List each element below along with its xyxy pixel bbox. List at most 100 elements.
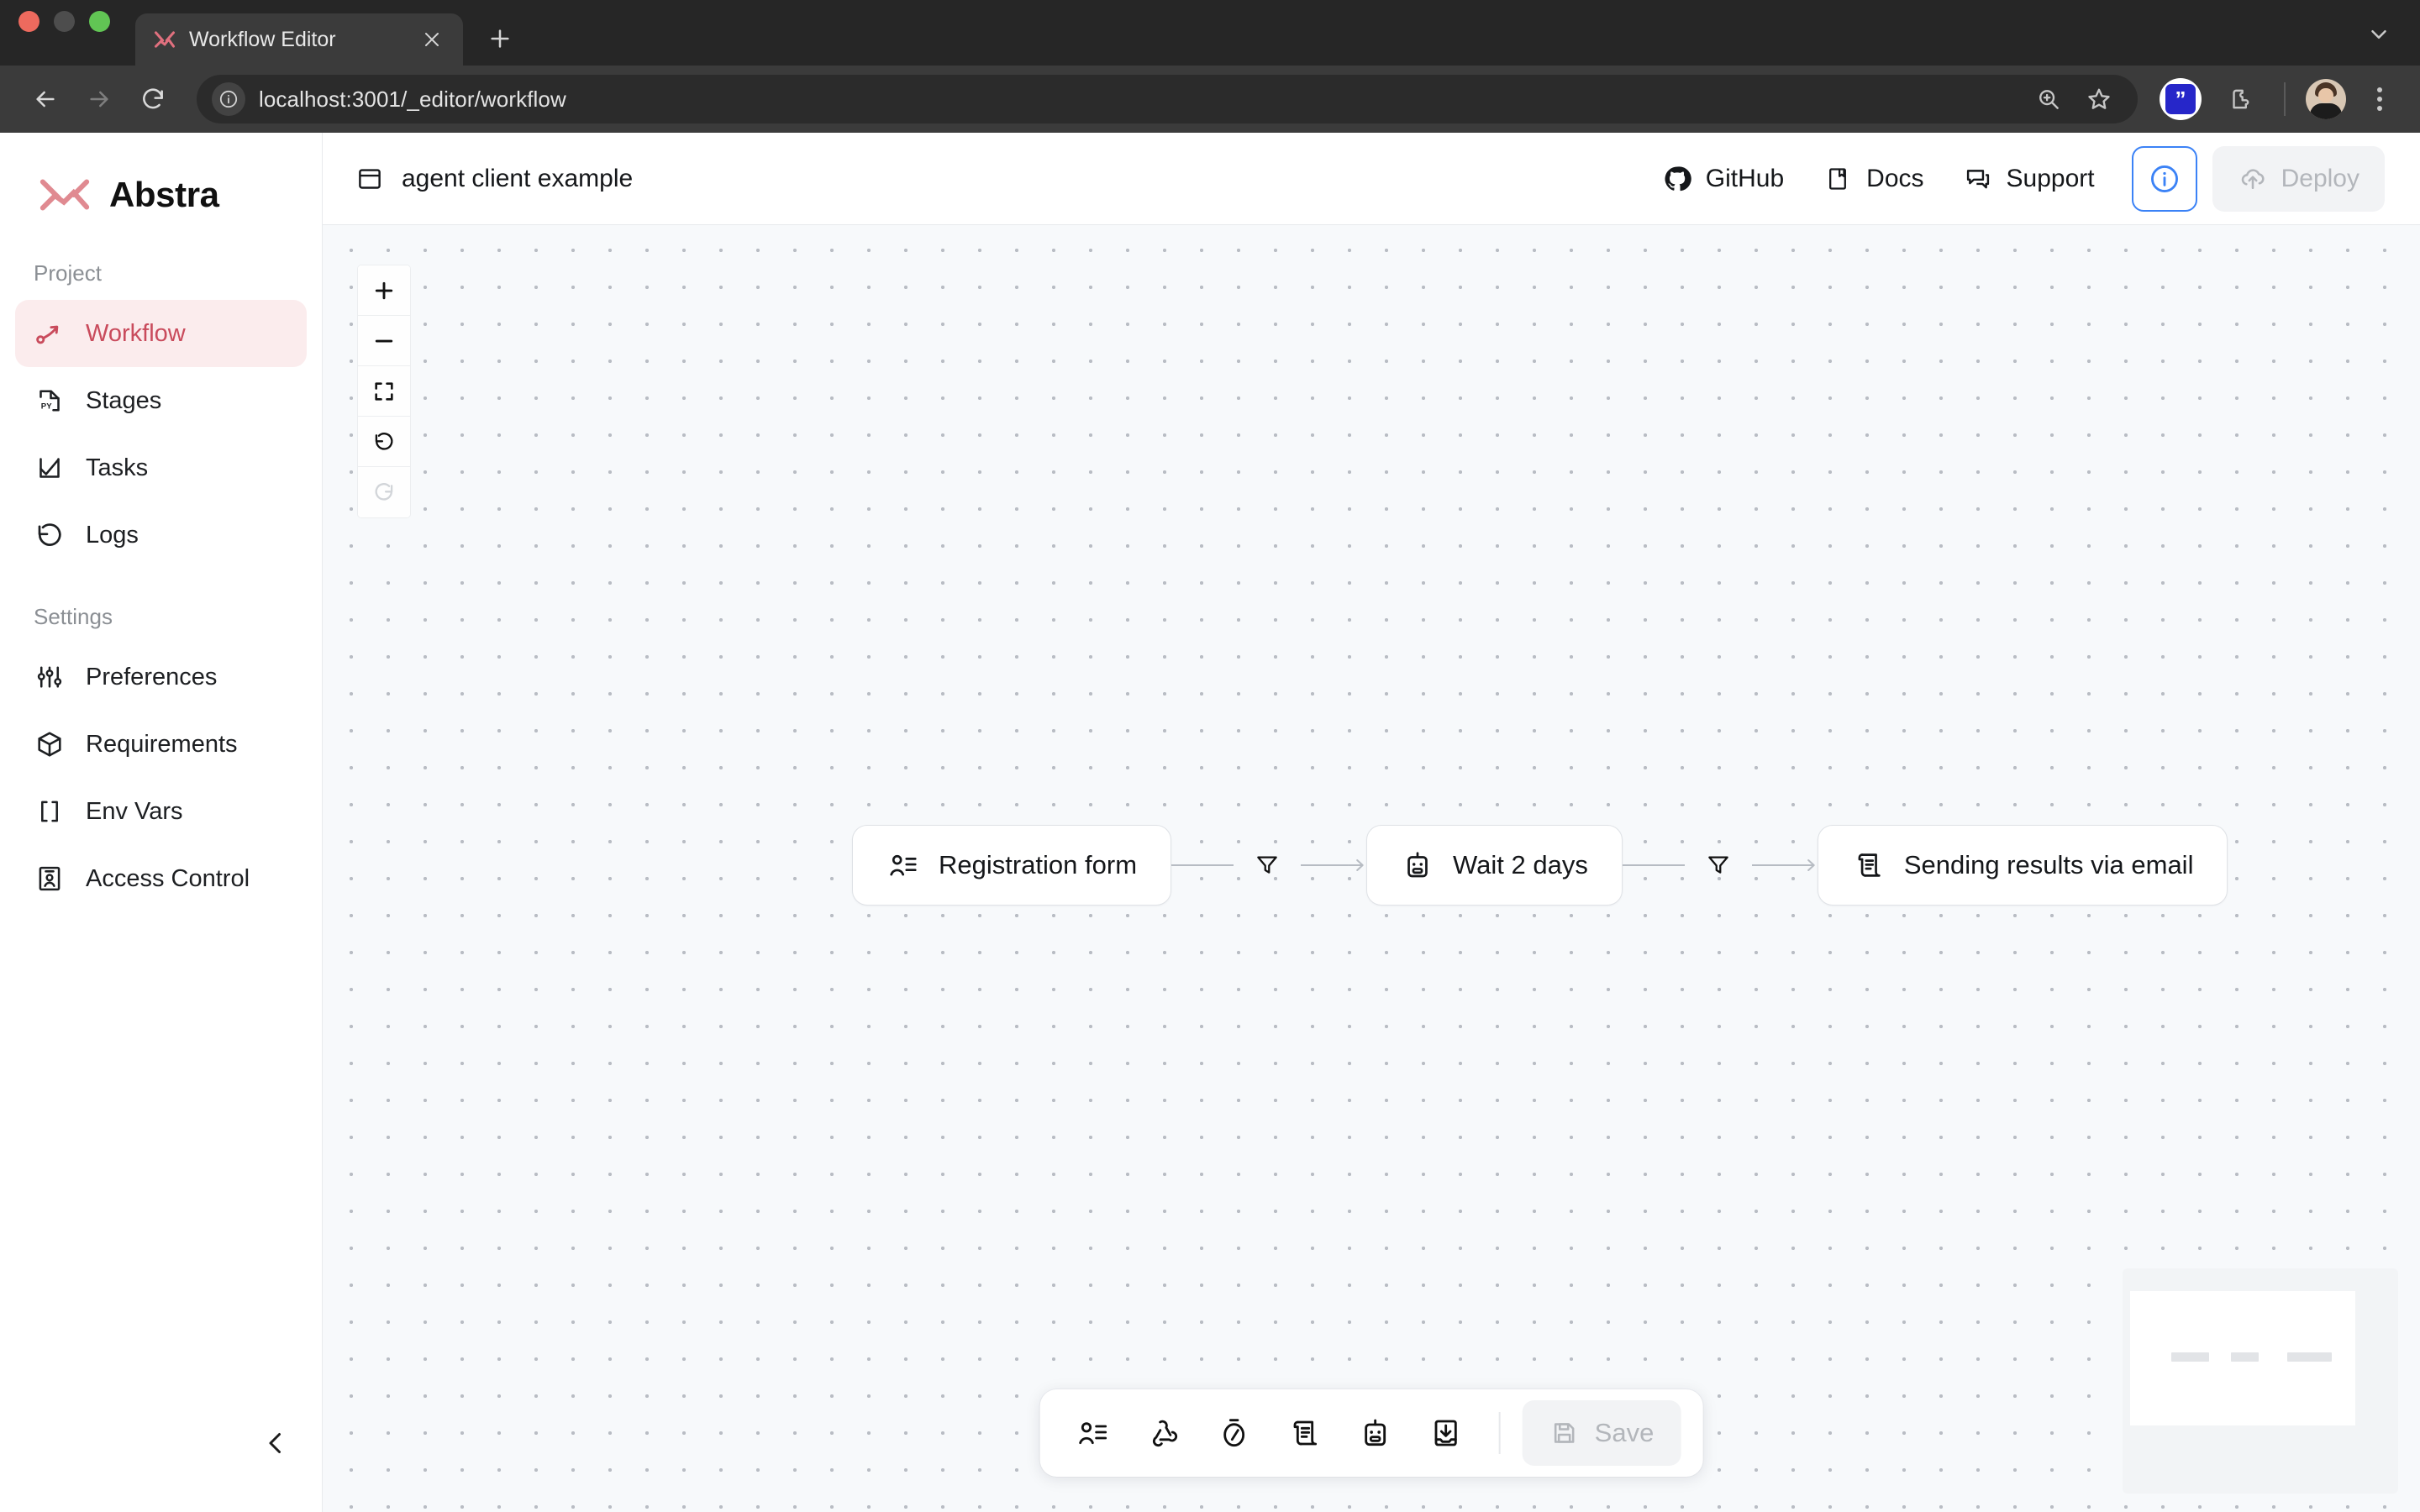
sidebar-item-workflow[interactable]: Workflow (15, 300, 307, 367)
sidebar-item-env-vars[interactable]: Env Vars (15, 778, 307, 845)
profile-avatar[interactable] (2306, 79, 2346, 119)
abstra-logo-icon (39, 175, 91, 215)
minimap-node (2287, 1352, 2332, 1362)
minimap-node (2231, 1352, 2259, 1362)
close-window-button[interactable] (18, 10, 39, 32)
add-job-stage-button[interactable] (1203, 1402, 1265, 1464)
browser-tab[interactable]: Workflow Editor (135, 13, 463, 66)
maximize-window-button[interactable] (89, 10, 110, 32)
brand-name: Abstra (109, 175, 219, 214)
extension-badge-icon[interactable]: ” (2160, 78, 2202, 120)
docs-label: Docs (1866, 164, 1924, 192)
puzzle-piece-icon[interactable] (2217, 76, 2264, 123)
script-scroll-icon (1852, 848, 1886, 882)
save-button[interactable]: Save (1522, 1400, 1681, 1466)
minimize-window-button[interactable] (54, 10, 75, 32)
zoom-controls (358, 265, 410, 517)
sidebar-item-label: Tasks (86, 454, 149, 481)
docs-link[interactable]: Docs (1823, 164, 1924, 194)
add-script-stage-button[interactable] (1274, 1402, 1336, 1464)
history-undo-icon (34, 519, 66, 551)
save-label: Save (1594, 1418, 1655, 1447)
sidebar-item-label: Env Vars (86, 797, 183, 825)
github-icon (1662, 164, 1692, 194)
brackets-icon (34, 795, 66, 827)
filter-funnel-icon[interactable] (1703, 850, 1733, 880)
add-agent-stage-button[interactable] (1344, 1402, 1407, 1464)
github-link[interactable]: GitHub (1662, 164, 1784, 194)
sidebar-item-logs[interactable]: Logs (15, 501, 307, 569)
sidebar-item-label: Workflow (86, 319, 186, 347)
reload-icon[interactable] (129, 76, 176, 123)
window-panel-icon (355, 164, 385, 194)
browser-tab-title: Workflow Editor (189, 27, 336, 51)
flow-edge-2[interactable] (1622, 850, 1818, 880)
support-label: Support (2006, 164, 2095, 192)
sidebar-item-label: Preferences (86, 663, 218, 690)
info-button[interactable] (2131, 145, 2197, 212)
browser-tab-strip: Workflow Editor (0, 0, 2420, 66)
info-circle-icon (2149, 163, 2181, 195)
close-icon[interactable] (418, 25, 446, 54)
flow-node-registration-form[interactable]: Registration form (852, 825, 1172, 906)
toolbar-divider (1498, 1412, 1501, 1454)
flow-node-sending-results-via-email[interactable]: Sending results via email (1817, 825, 2228, 906)
brand[interactable]: Abstra (0, 133, 322, 225)
extension-glyph: ” (2165, 84, 2196, 114)
kebab-menu-icon[interactable] (2361, 81, 2398, 118)
sidebar: Abstra Project Workflow PY Stages Tasks … (0, 133, 323, 1512)
flow-graph: Registration form Wait 2 days Sending re… (323, 225, 2420, 1512)
sidebar-section-settings: Settings Preferences Requirements Env Va… (0, 604, 322, 912)
sidebar-section-project: Project Workflow PY Stages Tasks Logs (0, 260, 322, 569)
support-link[interactable]: Support (1963, 164, 2095, 194)
check-square-icon (34, 452, 66, 484)
flow-node-label: Sending results via email (1903, 850, 2194, 879)
sliders-icon (34, 661, 66, 693)
sidebar-section-label: Project (34, 260, 102, 286)
workflow-canvas[interactable]: Registration form Wait 2 days Sending re… (323, 225, 2420, 1512)
github-label: GitHub (1705, 164, 1785, 192)
zoom-out-button[interactable] (358, 316, 410, 366)
forward-arrow-icon[interactable] (76, 76, 123, 123)
form-person-icon (886, 848, 920, 882)
add-hook-stage-button[interactable] (1133, 1402, 1195, 1464)
flow-node-label: Registration form (939, 850, 1138, 879)
star-icon[interactable] (2082, 82, 2116, 116)
toolbar-divider (2284, 82, 2286, 116)
redo-button[interactable] (358, 467, 410, 517)
url-text: localhost:3001/_editor/workflow (259, 86, 566, 112)
back-arrow-icon[interactable] (22, 76, 69, 123)
sidebar-item-stages[interactable]: PY Stages (15, 367, 307, 434)
sidebar-item-access-control[interactable]: Access Control (15, 845, 307, 912)
add-iterator-stage-button[interactable] (1415, 1402, 1477, 1464)
minimap[interactable] (2123, 1268, 2398, 1494)
add-form-stage-button[interactable] (1062, 1402, 1124, 1464)
sidebar-collapse-button[interactable] (252, 1420, 299, 1467)
sidebar-item-preferences[interactable]: Preferences (15, 643, 307, 711)
flow-node-wait-2-days[interactable]: Wait 2 days (1366, 825, 1623, 906)
chevron-down-icon[interactable] (2360, 15, 2398, 54)
undo-button[interactable] (358, 417, 410, 467)
zoom-search-icon[interactable] (2032, 82, 2065, 116)
flow-edge-1[interactable] (1171, 850, 1366, 880)
abstra-logo-icon (152, 27, 177, 52)
new-tab-button[interactable] (475, 13, 525, 64)
sidebar-item-label: Logs (86, 521, 139, 549)
info-circle-icon[interactable] (212, 82, 245, 116)
filter-funnel-icon[interactable] (1252, 850, 1282, 880)
deploy-button[interactable]: Deploy (2212, 145, 2385, 212)
bot-icon (1401, 848, 1434, 882)
arrow-head-icon (1344, 854, 1366, 876)
sidebar-item-tasks[interactable]: Tasks (15, 434, 307, 501)
address-bar[interactable]: localhost:3001/_editor/workflow (197, 75, 2138, 123)
python-file-icon: PY (34, 385, 66, 417)
fit-view-button[interactable] (358, 366, 410, 417)
deploy-label: Deploy (2281, 164, 2360, 192)
workflow-title: agent client example (355, 164, 633, 194)
workflow-title-text: agent client example (402, 164, 634, 192)
browser-window: Workflow Editor localhost:3001/_editor/w… (0, 0, 2420, 1512)
sidebar-item-requirements[interactable]: Requirements (15, 711, 307, 778)
zoom-in-button[interactable] (358, 265, 410, 316)
id-badge-icon (34, 863, 66, 895)
top-bar-links: GitHub Docs Support (1662, 164, 2095, 194)
